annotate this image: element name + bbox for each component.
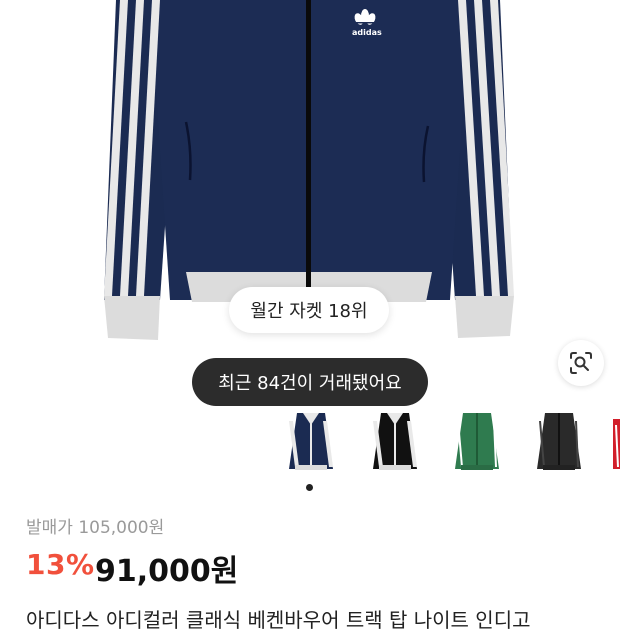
thumbnail-black[interactable] [367,405,423,477]
recent-trades-banner[interactable]: 최근 84건이 거래됐어요 [192,358,428,406]
sale-price: 91,000원 [95,554,239,589]
thumbnail-green[interactable] [449,405,505,477]
thumbnail-navy[interactable] [283,405,339,477]
rank-badge[interactable]: 월간 자켓 18위 [229,287,389,333]
brand-logo-text: adidas [352,28,382,37]
original-price: 발매가 105,000원 [26,518,165,538]
recent-trades-text: 최근 84건이 거래됐어요 [218,373,402,394]
product-title: 아디다스 아디컬러 클래식 베켄바우어 트랙 탑 나이트 인디고 [26,608,531,632]
carousel-indicator-dot [306,484,313,491]
discount-rate: 13% [26,548,95,581]
thumbnail-red[interactable] [609,405,620,477]
color-variant-thumbnails [283,405,620,477]
lens-search-button[interactable] [558,340,604,386]
thumbnail-charcoal[interactable] [531,405,587,477]
lens-search-icon [570,352,592,374]
rank-badge-label: 월간 자켓 18위 [250,301,368,322]
